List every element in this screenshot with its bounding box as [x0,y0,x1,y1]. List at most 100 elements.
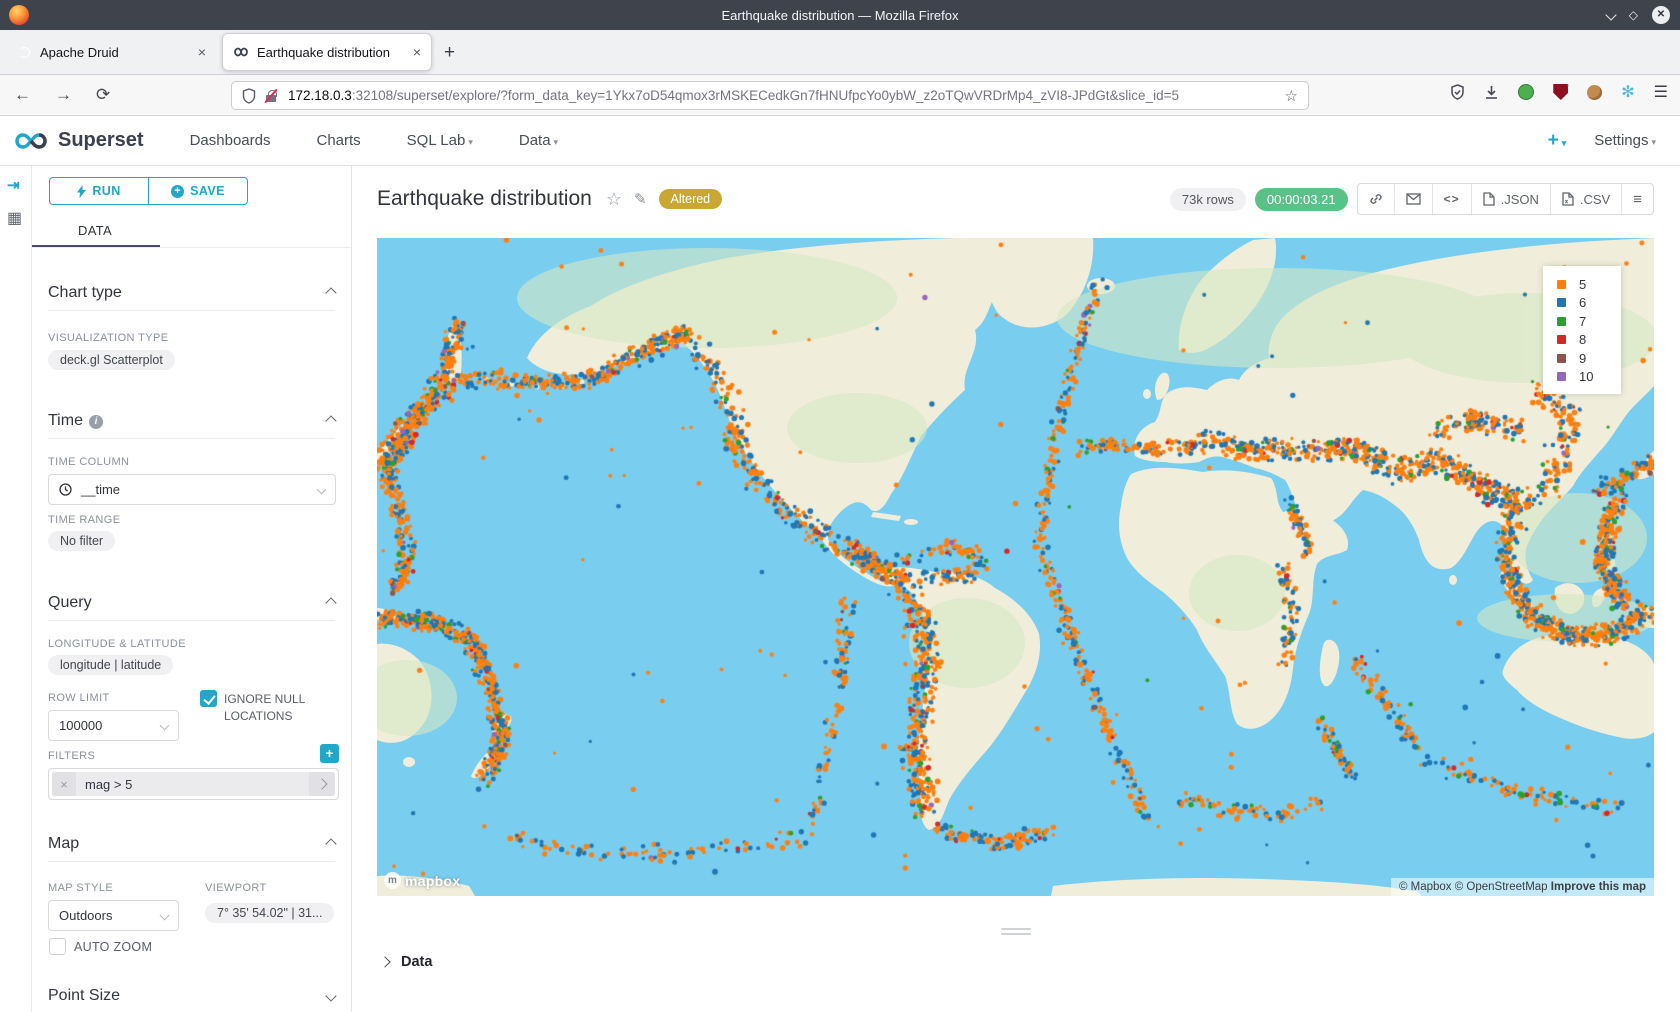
tab-close-icon[interactable]: × [198,44,206,60]
reload-icon[interactable]: ⟳ [96,85,110,105]
superset-logo-icon[interactable] [12,129,50,153]
superset-brand[interactable]: Superset [58,129,144,152]
bookmark-star-icon[interactable]: ☆ [1285,87,1298,105]
mapbox-logo[interactable]: m mapbox [384,872,460,889]
nav-data[interactable]: Data▾ [519,132,558,149]
collapse-rail: ⇥ ▦ [0,166,32,1012]
section-chart-type[interactable]: Chart type [48,275,335,311]
downloads-icon[interactable] [1484,85,1499,100]
plus-circle-icon: + [171,185,184,198]
extension-green-icon[interactable] [1518,84,1534,100]
lonlat-value[interactable]: longitude | latitude [48,655,173,675]
new-tab-button[interactable]: + [444,42,455,64]
add-filter-button[interactable]: + [320,744,339,763]
shield-permissions-icon[interactable] [242,88,256,104]
collapse-icon[interactable] [325,287,336,298]
remove-filter-icon[interactable]: × [52,772,76,796]
section-query[interactable]: Query [48,585,335,621]
collapse-icon[interactable] [325,597,336,608]
section-time[interactable]: Timei [48,403,335,439]
nav-charts[interactable]: Charts [316,132,360,149]
expand-icon[interactable] [325,990,336,1001]
mapbox-logo-icon: m [384,872,401,889]
viewport-value[interactable]: 7° 35' 54.02" | 31... [205,903,334,923]
tab-apache-druid[interactable]: Apache Druid × [6,33,216,71]
edit-properties-icon[interactable]: ✎ [634,190,647,208]
deckgl-map[interactable]: 5 6 7 8 9 10 m mapbox © Mapbox © OpenStr… [377,238,1654,896]
embed-code-button[interactable]: <> [1433,184,1472,214]
query-timer-badge: 00:00:03.21 [1255,188,1348,211]
menu-icon[interactable]: ☰ [1654,82,1668,102]
file-icon [1483,192,1495,206]
time-range-value[interactable]: No filter [48,531,115,551]
nav-dashboards[interactable]: Dashboards [190,132,271,149]
filter-chip[interactable]: mag > 5 [76,772,309,796]
window-maximize-icon[interactable]: ◇ [1629,8,1638,22]
more-options-button[interactable]: ≡ [1622,184,1653,214]
export-json-button[interactable]: .JSON [1472,184,1551,214]
filter-expand-icon[interactable] [309,772,335,796]
time-column-select[interactable]: __time [48,474,336,505]
map-style-label: MAP STYLE [48,882,113,894]
auto-zoom-checkbox[interactable] [49,938,66,955]
legend-swatch [1557,280,1566,289]
section-map[interactable]: Map [48,826,335,862]
map-style-select[interactable]: Outdoors [48,900,179,931]
favorite-star-icon[interactable]: ☆ [606,189,622,210]
menu-icon: ≡ [1633,191,1642,208]
email-button[interactable] [1395,184,1433,214]
viz-type-label: VISUALIZATION TYPE [48,332,169,344]
legend-swatch [1557,372,1566,381]
data-section-toggle[interactable]: Data [381,954,432,970]
extension-asterisk-icon[interactable]: ✻ [1621,82,1634,102]
tab-earthquake-distribution[interactable]: Earthquake distribution × [222,33,432,71]
url-input[interactable]: 172.18.0.3 :32108/superset/explore/?form… [231,81,1309,110]
magnitude-legend: 5 6 7 8 9 10 [1543,266,1621,394]
earthquake-points-layer [377,238,1654,896]
window-titlebar: Earthquake distribution — Mozilla Firefo… [0,0,1680,30]
collapse-icon[interactable] [325,415,336,426]
superset-favicon-icon [233,44,249,60]
info-icon: i [89,415,103,429]
viz-type-value[interactable]: deck.gl Scatterplot [48,350,175,370]
datasource-grid-icon[interactable]: ▦ [7,208,22,228]
map-attribution: © Mapbox © OpenStreetMap Improve this ma… [1391,878,1654,896]
export-csv-button[interactable]: .CSV [1551,184,1622,214]
section-point-size[interactable]: Point Size [48,978,335,1012]
copy-link-button[interactable] [1358,184,1395,214]
superset-navbar: Superset Dashboards Charts SQL Lab▾ Data… [0,116,1680,166]
insecure-lock-icon[interactable] [264,87,278,105]
clock-icon [59,483,72,496]
viewport-label: VIEWPORT [205,882,267,894]
new-item-button[interactable]: +▾ [1548,130,1567,152]
collapse-icon[interactable] [325,838,336,849]
chart-title: Earthquake distribution [377,187,592,211]
chart-container: Earthquake distribution ☆ ✎ Altered 73k … [352,166,1680,1012]
cookie-extension-icon[interactable] [1587,85,1602,100]
window-title: Earthquake distribution — Mozilla Firefo… [0,8,1680,23]
ublock-icon[interactable]: 2 [1553,84,1568,100]
expand-datasource-icon[interactable]: ⇥ [7,176,20,194]
nav-sql-lab[interactable]: SQL Lab▾ [407,132,473,149]
run-button[interactable]: RUN [50,178,149,204]
filter-control: × mag > 5 [48,768,339,800]
forward-icon[interactable]: → [55,85,72,105]
row-limit-select[interactable]: 100000 [48,710,179,741]
browser-toolbar: ← → ⟳ 172.18.0.3 :32108/superset/explore… [0,75,1680,116]
ignore-null-checkbox[interactable] [200,690,217,707]
save-button[interactable]: + SAVE [149,178,247,204]
window-minimize-icon[interactable] [1605,9,1616,20]
tab-close-icon[interactable]: × [413,44,421,60]
nav-settings[interactable]: Settings▾ [1594,132,1656,149]
row-limit-label: ROW LIMIT [48,692,110,704]
auto-zoom-label: AUTO ZOOM [74,940,152,954]
file-icon [1562,192,1574,206]
resize-handle[interactable] [1001,928,1031,938]
pocket-shield-icon[interactable] [1450,84,1465,100]
back-icon[interactable]: ← [14,85,31,105]
data-tab[interactable]: DATA [32,221,351,248]
window-close-icon[interactable]: ✕ [1652,6,1670,24]
expand-data-icon [379,956,390,967]
lonlat-label: LONGITUDE & LATITUDE [48,638,186,650]
improve-map-link[interactable]: Improve this map [1551,881,1646,893]
